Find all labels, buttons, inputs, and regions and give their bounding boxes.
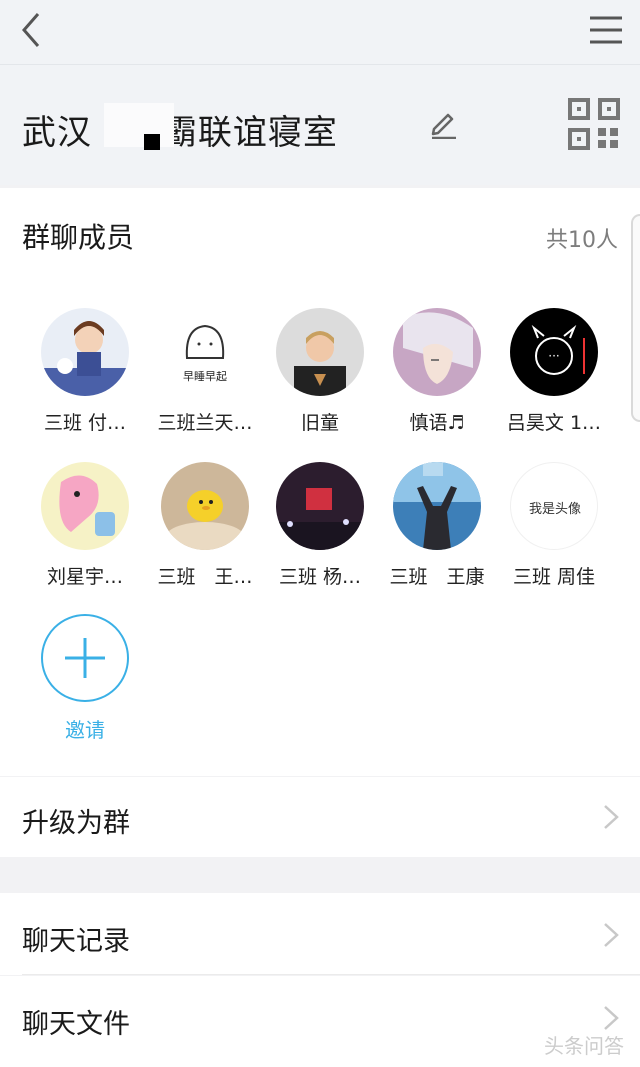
avatar	[276, 308, 364, 396]
member-name: 慎语♬	[409, 412, 465, 434]
member-item[interactable]: 旧童	[260, 308, 380, 435]
add-icon[interactable]	[41, 614, 129, 702]
avatar	[276, 462, 364, 550]
chevron-right-icon	[604, 805, 619, 829]
member-name: 刘星宇…	[46, 566, 123, 588]
member-name: 三班 王…	[157, 566, 253, 588]
upgrade-to-group-row[interactable]: 升级为群	[0, 777, 640, 857]
member-item[interactable]: 慎语♬	[377, 308, 497, 435]
invite-button[interactable]: 邀请	[25, 614, 145, 743]
avatar: 我是头像	[510, 462, 598, 550]
top-bar	[0, 0, 640, 65]
members-section-title: 群聊成员	[22, 221, 135, 254]
member-name: 三班 王康	[389, 566, 485, 588]
chevron-right-icon	[604, 923, 619, 947]
member-item[interactable]: ··· 吕昊文 1…	[494, 308, 614, 435]
avatar	[393, 462, 481, 550]
avatar: ···	[510, 308, 598, 396]
member-name: 三班 付…	[43, 412, 127, 434]
chat-history-row[interactable]: 聊天记录	[0, 893, 640, 975]
chat-files-row[interactable]: 聊天文件 头条问答	[0, 976, 640, 1067]
member-item[interactable]: 三班 付…	[25, 308, 145, 435]
avatar	[161, 462, 249, 550]
redaction-mask	[104, 103, 174, 147]
row-label: 聊天记录	[22, 926, 130, 957]
member-item[interactable]: 我是头像 三班 周佳	[494, 462, 614, 589]
avatar	[41, 308, 129, 396]
avatar	[393, 308, 481, 396]
member-item[interactable]: 三班 王…	[145, 462, 265, 589]
member-item[interactable]: 早睡早起 三班兰天…	[145, 308, 265, 435]
row-label: 聊天文件	[22, 1009, 130, 1040]
invite-label: 邀请	[65, 718, 105, 742]
member-name: 三班 周佳	[512, 566, 596, 588]
members-count[interactable]: 共10人	[546, 222, 618, 254]
group-title[interactable]: 武汉 ▪制霸联谊寝室	[22, 105, 338, 154]
edit-icon[interactable]	[430, 109, 458, 139]
member-item[interactable]: 三班 王康	[377, 462, 497, 589]
watermark: 头条问答	[544, 1034, 624, 1058]
svg-text:我是头像: 我是头像	[529, 502, 581, 517]
qr-code-icon[interactable]	[568, 98, 620, 150]
member-item[interactable]: 三班 杨…	[260, 462, 380, 589]
member-name: 吕昊文 1…	[506, 412, 602, 434]
avatar: 早睡早起	[161, 308, 249, 396]
avatar	[41, 462, 129, 550]
member-name: 旧童	[300, 412, 339, 434]
svg-text:···: ···	[548, 349, 559, 363]
menu-icon[interactable]	[586, 8, 626, 48]
member-name: 三班 杨…	[278, 566, 362, 588]
member-name: 三班兰天…	[157, 412, 253, 434]
chevron-right-icon	[604, 1006, 619, 1030]
redaction-mark	[144, 134, 160, 150]
member-item[interactable]: 刘星宇…	[25, 462, 145, 589]
members-section: 群聊成员 共10人 三班 付… 早睡早起 三班兰天… 旧童 慎语♬ ··· 吕昊…	[0, 188, 640, 776]
svg-text:早睡早起: 早睡早起	[183, 370, 227, 383]
row-label: 升级为群	[22, 808, 130, 839]
divider	[22, 974, 640, 975]
group-header: 武汉 ▪制霸联谊寝室	[0, 65, 640, 185]
back-icon[interactable]	[14, 8, 54, 48]
side-panel-handle[interactable]	[631, 214, 640, 422]
